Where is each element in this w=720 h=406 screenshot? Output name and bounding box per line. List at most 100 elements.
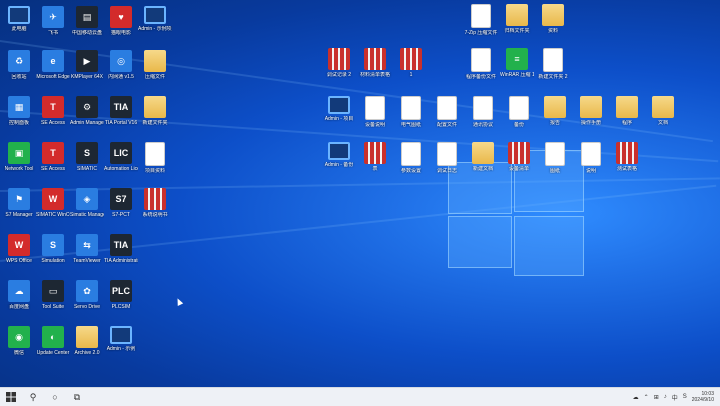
- desktop-icon[interactable]: Admin - 项目: [322, 96, 356, 142]
- desktop-icon[interactable]: 资料: [536, 4, 570, 50]
- desktop-icon-label: 配置文件: [436, 122, 457, 128]
- desktop-icon[interactable]: S Simulation: [36, 234, 70, 280]
- desktop-icon[interactable]: T SE Access: [36, 142, 70, 188]
- spreadsheet-icon: [328, 48, 350, 70]
- desktop-icon[interactable]: LIC Automation License: [104, 142, 138, 188]
- desktop-icon[interactable]: T SE Access: [36, 96, 70, 142]
- app-icon: ▭: [42, 280, 64, 302]
- desktop-icon[interactable]: 1: [394, 48, 428, 94]
- desktop-icon[interactable]: 报告: [538, 96, 572, 142]
- desktop-icon[interactable]: 系统说明书: [138, 188, 172, 234]
- start-button[interactable]: [0, 388, 22, 406]
- icon-glyph: S: [83, 148, 90, 158]
- desktop-icon[interactable]: ◎ 内网通 v1.5: [104, 50, 138, 96]
- app-icon: ⚑: [8, 188, 30, 210]
- spreadsheet-icon: [400, 48, 422, 70]
- desktop-icon[interactable]: TIA TIA Portal V16: [104, 96, 138, 142]
- icon-glyph: TIA: [113, 102, 129, 112]
- desktop-icon[interactable]: 程序: [610, 96, 644, 142]
- desktop-icon[interactable]: 配置文件: [430, 96, 464, 142]
- desktop-icon[interactable]: 新建文件夹 2: [536, 48, 570, 94]
- desktop-icon[interactable]: 材料清单表格: [358, 48, 392, 94]
- desktop-icon[interactable]: Admin - 备份: [322, 142, 356, 188]
- desktop-icon[interactable]: 备份: [502, 96, 536, 142]
- icon-glyph: ▦: [14, 101, 24, 112]
- desktop-icon[interactable]: ☁ 百度网盘: [2, 280, 36, 326]
- desktop-icon-label: Admin - 项目: [324, 116, 354, 122]
- app-icon: ▦: [8, 96, 30, 118]
- desktop-icon-label: 此电脑: [11, 26, 27, 32]
- desktop-icon[interactable]: ◈ Simatic Manager: [70, 188, 104, 234]
- app-tray-icon[interactable]: S: [683, 394, 687, 400]
- desktop-icon[interactable]: ▦ 控制面板: [2, 96, 36, 142]
- desktop-icon[interactable]: ▶ KMPlayer 64X: [70, 50, 104, 96]
- desktop-icon[interactable]: 文档: [646, 96, 680, 142]
- desktop-icon[interactable]: TIA TIA Administrator: [104, 234, 138, 280]
- desktop-icon[interactable]: ◐ Update Center: [36, 326, 70, 372]
- app-icon: ✿: [76, 280, 98, 302]
- desktop-icon[interactable]: ♥ 猫眼电影: [104, 6, 138, 52]
- search-button[interactable]: ⚲: [22, 388, 44, 406]
- desktop-icon[interactable]: PLC PLCSIM: [104, 280, 138, 326]
- desktop-icon[interactable]: 表: [358, 142, 392, 188]
- desktop-icon[interactable]: ◉ 微信: [2, 326, 36, 372]
- desktop-icon-label: 猫眼电影: [110, 30, 131, 36]
- desktop-icon[interactable]: 参数设置: [394, 142, 428, 188]
- desktop-icon[interactable]: S SIMATIC: [70, 142, 104, 188]
- app-icon: ✈: [42, 6, 64, 28]
- spreadsheet-icon: [508, 142, 530, 164]
- desktop-icon-label: 调试日志: [436, 168, 457, 174]
- network-icon[interactable]: ⊞: [654, 394, 659, 401]
- desktop-icon[interactable]: 新建文件夹: [138, 96, 172, 142]
- task-view-button[interactable]: ⧉: [66, 388, 88, 406]
- desktop-icon-label: 项目资料: [144, 168, 165, 174]
- desktop-icon[interactable]: 通讯协议: [466, 96, 500, 142]
- desktop-icon[interactable]: e Microsoft Edge: [36, 50, 70, 96]
- desktop-icon[interactable]: 调试记录 2: [322, 48, 356, 94]
- desktop-icon[interactable]: ⚑ S7 Manager: [2, 188, 36, 234]
- desktop-icon[interactable]: ⚙ Admin Manager: [70, 96, 104, 142]
- folder-icon: [144, 50, 166, 72]
- volume-icon[interactable]: ♪: [664, 394, 667, 400]
- desktop-icon[interactable]: Archive 2.0: [70, 326, 104, 372]
- desktop-icon-label: Servo Drive: [73, 304, 101, 310]
- desktop-icon[interactable]: 说明: [574, 142, 608, 188]
- desktop-icon[interactable]: ≡ WinRAR 压缩 1.2: [500, 48, 534, 94]
- clock[interactable]: 10:03 2024/9/10: [692, 391, 714, 403]
- desktop-icon[interactable]: ♻ 回收站: [2, 50, 36, 96]
- input-method-icon[interactable]: 中: [672, 393, 678, 402]
- desktop-icon[interactable]: 图纸: [538, 142, 572, 188]
- desktop-icon-label: Admin - 示例项目.zip: [138, 26, 172, 32]
- desktop-icon[interactable]: 此电脑: [2, 6, 36, 52]
- desktop-icon[interactable]: ✈ 飞书: [36, 6, 70, 52]
- desktop-icon[interactable]: W WPS Office: [2, 234, 36, 280]
- desktop-icon[interactable]: ▤ 中国移动云盘: [70, 6, 104, 52]
- desktop-icon[interactable]: 项目资料: [138, 142, 172, 188]
- desktop-icon[interactable]: 程序备份文件: [464, 48, 498, 94]
- app-icon: ≡: [506, 48, 528, 70]
- desktop-icon[interactable]: 操作手册: [574, 96, 608, 142]
- desktop-icon[interactable]: 压缩文件: [138, 50, 172, 96]
- desktop-icon[interactable]: W SIMATIC WinCC: [36, 188, 70, 234]
- cortana-button[interactable]: ○: [44, 388, 66, 406]
- desktop-icon[interactable]: 设备说明: [358, 96, 392, 142]
- desktop-icon[interactable]: ▣ Network Tool: [2, 142, 36, 188]
- desktop-icon[interactable]: ✿ Servo Drive: [70, 280, 104, 326]
- desktop-icon[interactable]: S7 S7-PCT: [104, 188, 138, 234]
- app-icon: ♥: [110, 6, 132, 28]
- desktop-icon[interactable]: Admin - 示例: [104, 326, 138, 372]
- icon-glyph: ◎: [117, 55, 125, 66]
- desktop-icon[interactable]: Admin - 示例项目.zip: [138, 6, 172, 52]
- weather-icon[interactable]: ☁: [633, 394, 639, 401]
- desktop-icon-label: 设备清单: [508, 166, 529, 172]
- chevron-up-icon[interactable]: ⌃: [644, 394, 649, 401]
- desktop-icon[interactable]: 电气图纸: [394, 96, 428, 142]
- desktop-icon[interactable]: 7-Zip 压缩文件: [464, 4, 498, 50]
- desktop-icon[interactable]: 调试日志: [430, 142, 464, 188]
- desktop-icon[interactable]: ▭ Tool Suite: [36, 280, 70, 326]
- desktop-icon[interactable]: ⇆ TeamViewer: [70, 234, 104, 280]
- desktop-icon[interactable]: 新建文档: [466, 142, 500, 188]
- desktop-icon[interactable]: 设备清单: [502, 142, 536, 188]
- desktop-icon[interactable]: 归档文件夹: [500, 4, 534, 50]
- desktop-icon[interactable]: 测试表格: [610, 142, 644, 188]
